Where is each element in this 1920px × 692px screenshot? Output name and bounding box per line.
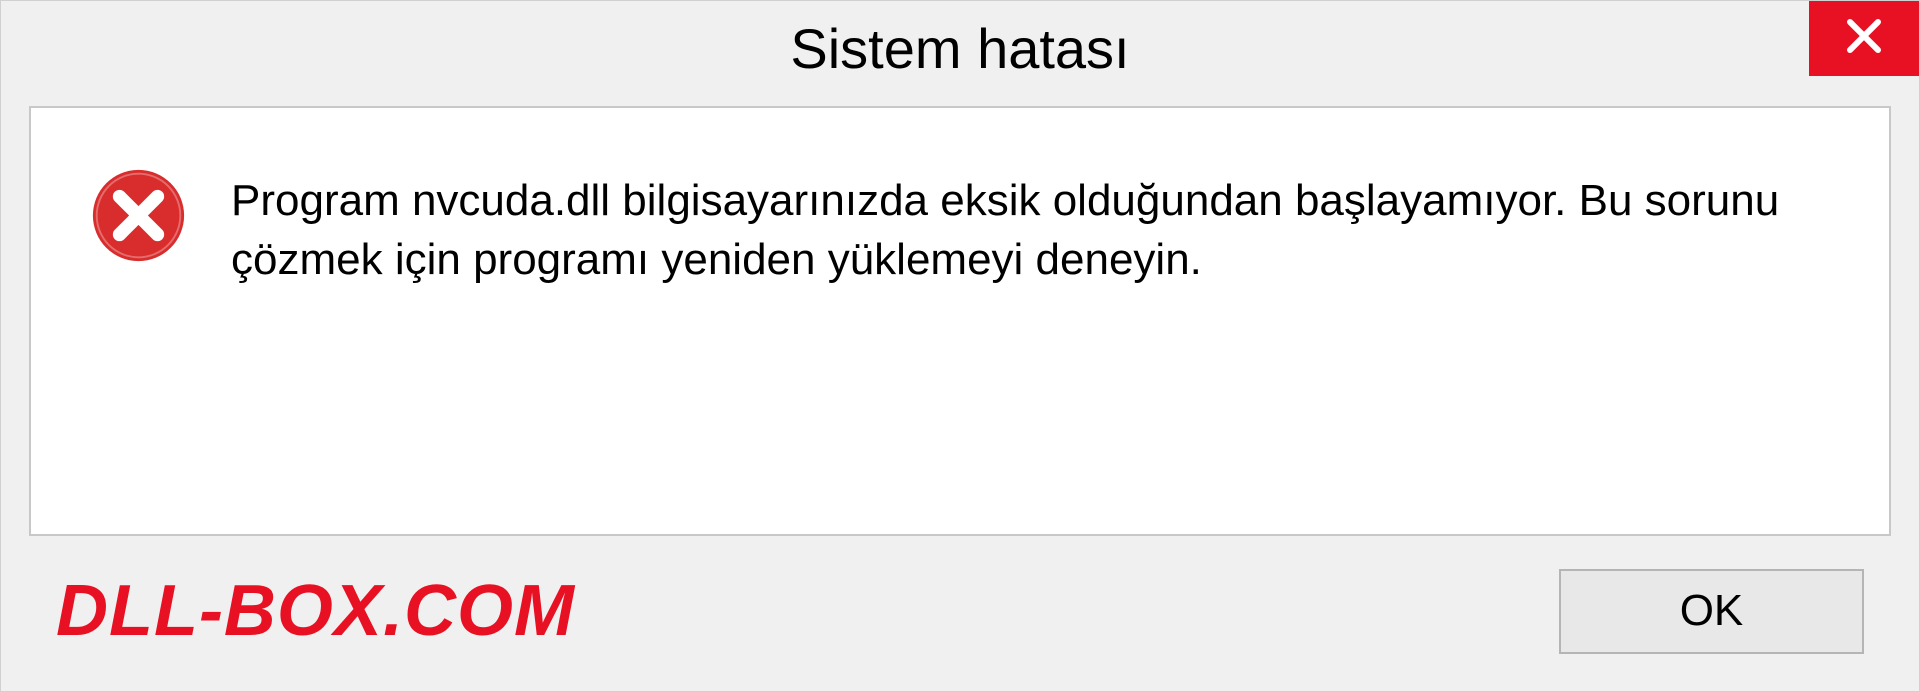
close-icon	[1844, 16, 1884, 61]
content-panel: Program nvcuda.dll bilgisayarınızda eksi…	[29, 106, 1891, 536]
title-bar: Sistem hatası	[1, 1, 1919, 96]
ok-button[interactable]: OK	[1559, 569, 1864, 654]
footer-bar: DLL-BOX.COM OK	[1, 556, 1919, 691]
error-icon	[91, 168, 186, 268]
watermark-text: DLL-BOX.COM	[56, 570, 575, 652]
error-message: Program nvcuda.dll bilgisayarınızda eksi…	[231, 163, 1839, 290]
error-dialog-window: Sistem hatası Program nvcuda.dll bilgisa…	[0, 0, 1920, 692]
window-title: Sistem hatası	[790, 16, 1129, 81]
close-button[interactable]	[1809, 1, 1919, 76]
